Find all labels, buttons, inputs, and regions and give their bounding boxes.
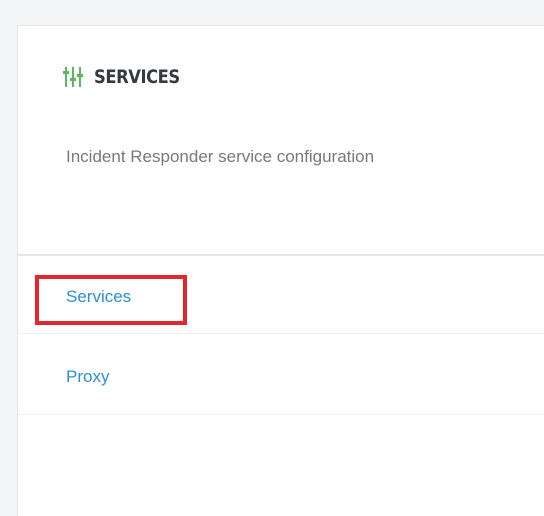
title-row: SERVICES [62,64,194,90]
sliders-icon [63,67,83,87]
nav-item-label[interactable]: Proxy [66,367,109,387]
page-title: SERVICES [94,66,180,88]
settings-nav: Services Proxy [18,256,544,415]
nav-item-services[interactable]: Services [18,256,544,334]
page-subtitle: Incident Responder service configuration [66,147,375,166]
services-panel: SERVICES Incident Responder service conf… [17,25,544,516]
nav-item-label[interactable]: Services [66,287,131,307]
panel-header: SERVICES Incident Responder service conf… [18,26,544,256]
nav-item-proxy[interactable]: Proxy [18,334,544,415]
